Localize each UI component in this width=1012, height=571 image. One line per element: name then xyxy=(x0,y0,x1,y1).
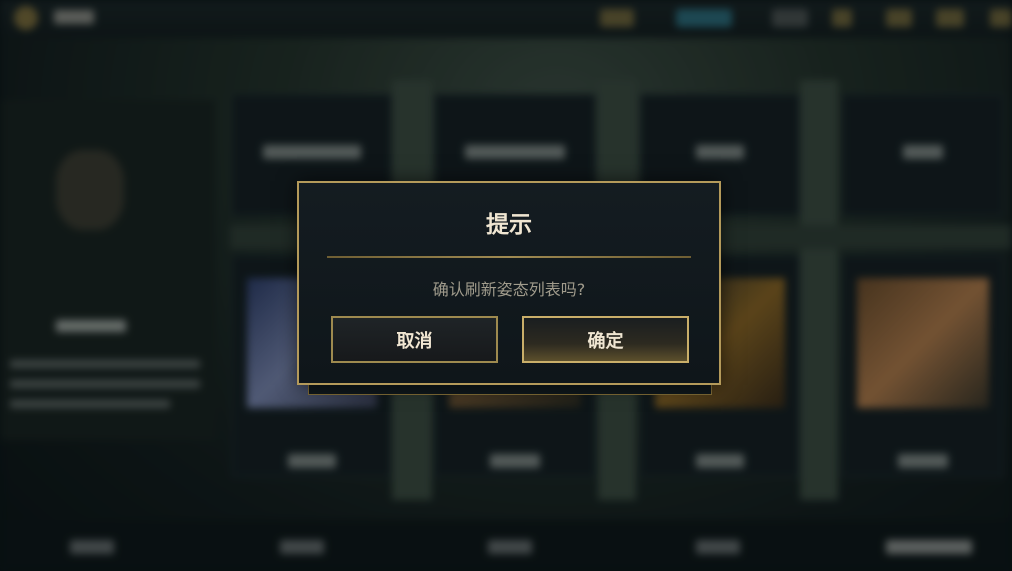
cancel-button[interactable]: 取消 xyxy=(331,316,498,363)
confirm-button[interactable]: 确定 xyxy=(522,316,689,363)
dialog-title: 提示 xyxy=(486,212,532,238)
dialog-message: 确认刷新姿态列表吗? xyxy=(432,280,586,299)
dialog-divider xyxy=(327,256,691,258)
confirm-dialog: 提示 确认刷新姿态列表吗? 取消 确定 xyxy=(297,181,721,385)
